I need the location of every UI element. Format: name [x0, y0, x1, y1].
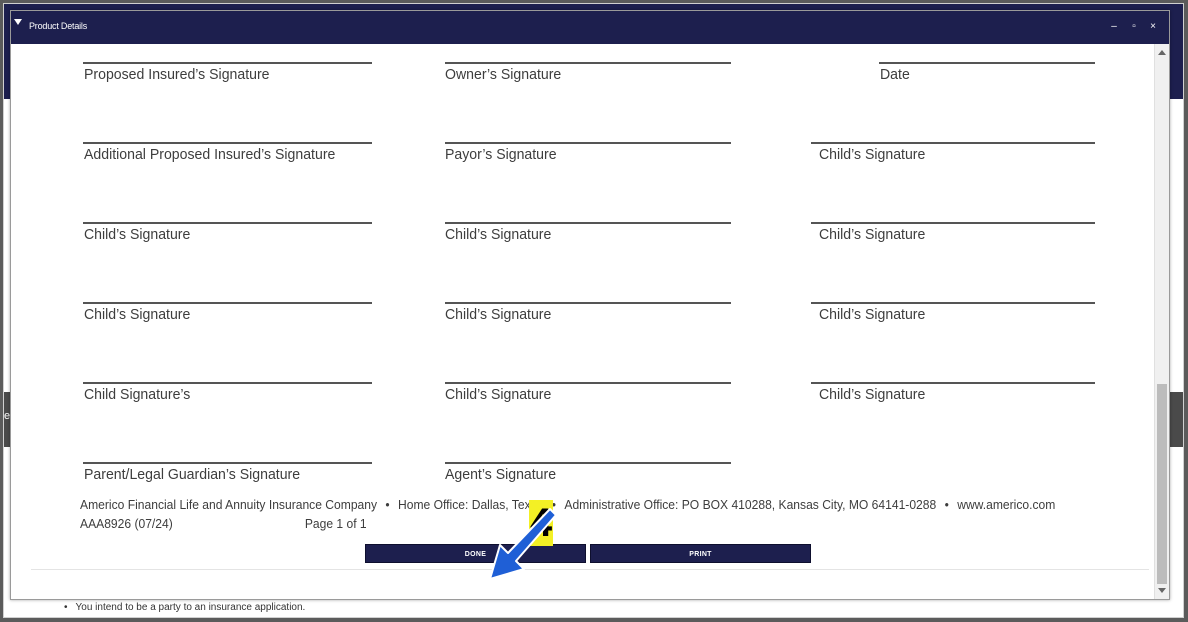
background-bullet-text: You intend to be a party to an insurance… [75, 602, 306, 613]
minimize-icon[interactable]: – [1107, 20, 1121, 34]
child-signature-label: Child’s Signature [84, 306, 191, 323]
date-label: Date [880, 66, 910, 83]
signature-line [445, 382, 731, 384]
signature-line [83, 462, 372, 464]
owner-signature-label: Owner’s Signature [445, 66, 562, 83]
bullet-icon: • [64, 602, 68, 613]
document-footer-address: Americo Financial Life and Annuity Insur… [80, 497, 1055, 512]
separator: • [385, 497, 390, 512]
vertical-scrollbar[interactable] [1154, 44, 1169, 599]
child-signature-label: Child Signature’s [84, 386, 191, 403]
child-signature-label: Child’s Signature [819, 386, 926, 403]
payor-signature-label: Payor’s Signature [445, 146, 557, 163]
form-code: AAA8926 (07/24) [80, 516, 173, 531]
signature-line [445, 62, 731, 64]
signature-line [811, 302, 1095, 304]
proposed-insured-signature-label: Proposed Insured’s Signature [84, 66, 270, 83]
signature-line [445, 142, 731, 144]
parent-guardian-signature-label: Parent/Legal Guardian’s Signature [84, 466, 301, 483]
close-icon[interactable]: × [1146, 20, 1160, 34]
signature-line [811, 222, 1095, 224]
background-band-right [1169, 392, 1183, 447]
child-signature-label: Child’s Signature [819, 226, 926, 243]
dialog-title: Product Details [29, 21, 88, 31]
signature-line [83, 142, 372, 144]
separator: • [944, 497, 949, 512]
pointer-arrow-icon [489, 508, 556, 580]
signature-line [445, 302, 731, 304]
signature-line [83, 382, 372, 384]
dialog-titlebar: Product Details – ▫ × [11, 11, 1169, 44]
product-details-dialog: Product Details – ▫ × Proposed Insured’s… [10, 10, 1170, 600]
company-name: Americo Financial Life and Annuity Insur… [80, 497, 378, 512]
child-signature-label: Child’s Signature [445, 306, 552, 323]
maximize-icon[interactable]: ▫ [1127, 20, 1141, 34]
scroll-up-icon[interactable] [1158, 50, 1166, 55]
background-bullet-item: • You intend to be a party to an insuranc… [64, 602, 305, 613]
print-button[interactable]: PRINT [590, 544, 811, 563]
signature-line [811, 142, 1095, 144]
child-signature-label: Child’s Signature [84, 226, 191, 243]
additional-insured-signature-label: Additional Proposed Insured’s Signature [84, 146, 336, 163]
scrollbar-thumb[interactable] [1157, 384, 1167, 584]
window-menu-icon[interactable] [14, 19, 22, 25]
signature-line [83, 222, 372, 224]
child-signature-label: Child’s Signature [819, 146, 926, 163]
signature-line [811, 382, 1095, 384]
agent-signature-label: Agent’s Signature [445, 466, 557, 483]
website: www.americo.com [957, 497, 1056, 512]
signature-line [83, 302, 372, 304]
signature-line [445, 462, 731, 464]
administrative-office: Administrative Office: PO BOX 410288, Ka… [564, 497, 937, 512]
page-number: Page 1 of 1 [304, 516, 367, 531]
child-signature-label: Child’s Signature [445, 386, 552, 403]
document-footer-meta: AAA8926 (07/24) Page 1 of 1 [80, 516, 367, 531]
signature-line [445, 222, 731, 224]
scroll-down-icon[interactable] [1158, 588, 1166, 593]
document-content: Proposed Insured’s Signature Owner’s Sig… [11, 44, 1154, 599]
child-signature-label: Child’s Signature [445, 226, 552, 243]
signature-line [83, 62, 372, 64]
divider [31, 569, 1149, 570]
child-signature-label: Child’s Signature [819, 306, 926, 323]
signature-line [879, 62, 1095, 64]
